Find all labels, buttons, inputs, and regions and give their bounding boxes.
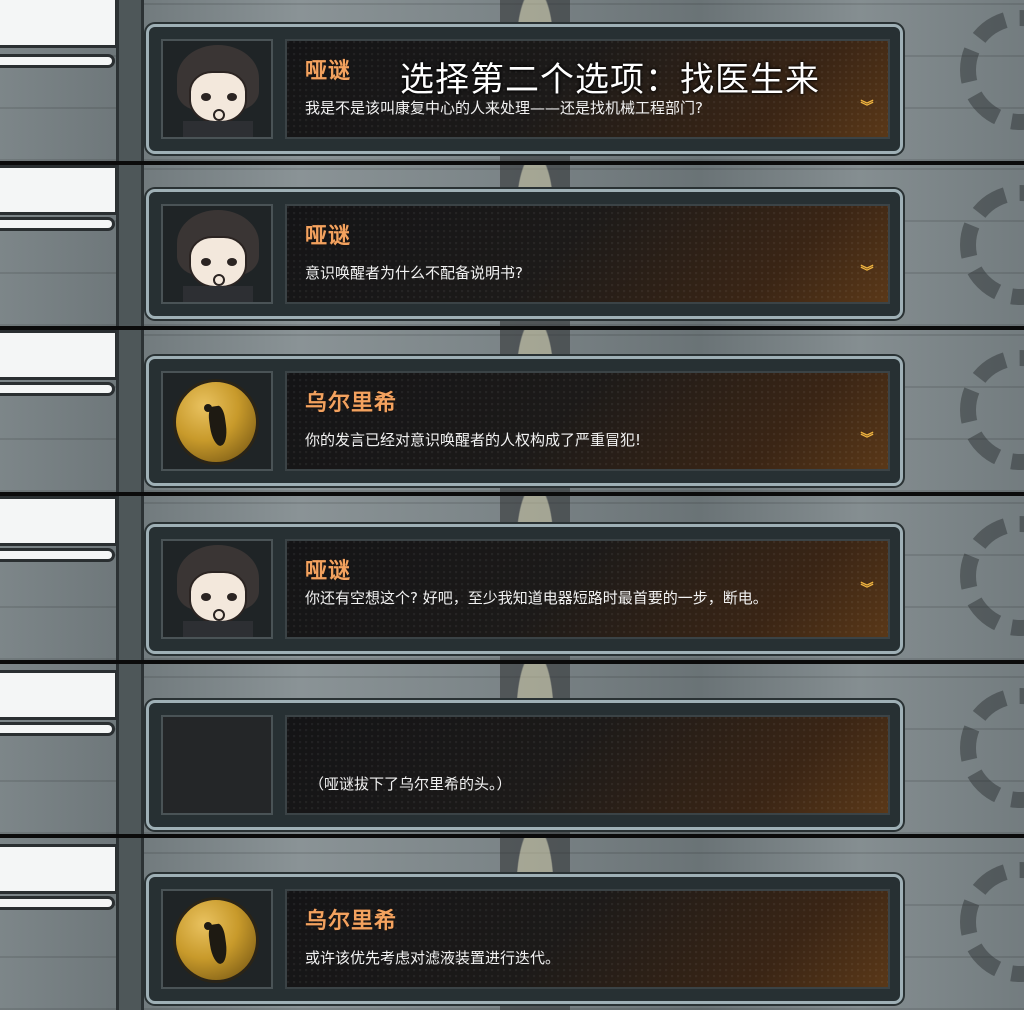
caption-overlay: 选择第二个选项：找医生来	[400, 60, 820, 100]
window	[0, 844, 118, 894]
dialogue-strip-5: （哑谜拔下了乌尔里希的头。）	[0, 664, 1024, 838]
dialogue-panel: 哑谜 意识唤醒者为什么不配备说明书? ︾	[285, 204, 890, 304]
dialogue-strip-2: 哑谜 意识唤醒者为什么不配备说明书? ︾	[0, 165, 1024, 330]
double-chevron-down-icon[interactable]: ︾	[858, 266, 876, 290]
speaker-name: 乌尔里希	[305, 909, 398, 934]
gold-helmet-portrait	[161, 889, 273, 989]
hair-man-portrait	[161, 39, 273, 139]
dialogue-text: 或许该优先考虑对滤液装置进行迭代。	[305, 949, 561, 967]
hair-man-portrait	[161, 204, 273, 304]
gear-decoration	[960, 688, 1024, 808]
dialogue-box[interactable]: 哑谜 你还有空想这个? 好吧，至少我知道电器短路时最首要的一步，断电。 ︾	[146, 524, 903, 654]
window	[0, 496, 118, 546]
dialogue-box[interactable]: 乌尔里希 你的发言已经对意识唤醒者的人权构成了严重冒犯! ︾	[146, 356, 903, 486]
dialogue-text: 你还有空想这个? 好吧，至少我知道电器短路时最首要的一步，断电。	[305, 589, 768, 607]
window	[0, 165, 118, 215]
double-chevron-down-icon[interactable]: ︾	[858, 433, 876, 457]
double-chevron-down-icon[interactable]: ︾	[858, 583, 876, 607]
speaker-name: 哑谜	[305, 559, 352, 584]
dialogue-strip-4: 哑谜 你还有空想这个? 好吧，至少我知道电器短路时最首要的一步，断电。 ︾	[0, 496, 1024, 664]
pipe	[116, 0, 144, 161]
window-sill	[0, 722, 115, 736]
pipe	[116, 165, 144, 326]
pipe	[116, 330, 144, 492]
window-sill	[0, 54, 115, 68]
dialogue-panel: 哑谜 你还有空想这个? 好吧，至少我知道电器短路时最首要的一步，断电。 ︾	[285, 539, 890, 639]
gear-decoration	[960, 516, 1024, 636]
window-sill	[0, 382, 115, 396]
speaker-name: 乌尔里希	[305, 391, 398, 416]
gear-decoration	[960, 862, 1024, 982]
dialogue-text: 意识唤醒者为什么不配备说明书?	[305, 264, 523, 282]
window-sill	[0, 217, 115, 231]
window-sill	[0, 896, 115, 910]
pipe	[116, 838, 144, 1010]
hair-man-portrait	[161, 539, 273, 639]
speaker-name: 哑谜	[305, 59, 352, 84]
dialogue-panel: 乌尔里希 你的发言已经对意识唤醒者的人权构成了严重冒犯! ︾	[285, 371, 890, 471]
gear-decoration	[960, 350, 1024, 470]
dialogue-panel: 乌尔里希 或许该优先考虑对滤液装置进行迭代。	[285, 889, 890, 989]
pipe	[116, 496, 144, 660]
gear-decoration	[960, 185, 1024, 305]
dialogue-strip-3: 乌尔里希 你的发言已经对意识唤醒者的人权构成了严重冒犯! ︾	[0, 330, 1024, 496]
pipe	[116, 664, 144, 834]
dialogue-box[interactable]: 哑谜 意识唤醒者为什么不配备说明书? ︾	[146, 189, 903, 319]
window	[0, 670, 118, 720]
speaker-name: 哑谜	[305, 224, 352, 249]
dialogue-box[interactable]: （哑谜拔下了乌尔里希的头。）	[146, 700, 903, 830]
double-chevron-down-icon[interactable]: ︾	[858, 101, 876, 125]
narration-text: （哑谜拔下了乌尔里希的头。）	[309, 775, 512, 793]
dialogue-panel: （哑谜拔下了乌尔里希的头。）	[285, 715, 890, 815]
gold-helmet-portrait	[161, 371, 273, 471]
empty-portrait	[161, 715, 273, 815]
dialogue-strip-1: 哑谜 我是不是该叫康复中心的人来处理——还是找机械工程部门? ︾ 选择第二个选项…	[0, 0, 1024, 165]
dialogue-text: 你的发言已经对意识唤醒者的人权构成了严重冒犯!	[305, 431, 642, 449]
window	[0, 330, 118, 380]
window-sill	[0, 548, 115, 562]
dialogue-strip-6: 乌尔里希 或许该优先考虑对滤液装置进行迭代。	[0, 838, 1024, 1010]
dialogue-box[interactable]: 乌尔里希 或许该优先考虑对滤液装置进行迭代。	[146, 874, 903, 1004]
window	[0, 0, 118, 48]
gear-decoration	[960, 10, 1024, 130]
